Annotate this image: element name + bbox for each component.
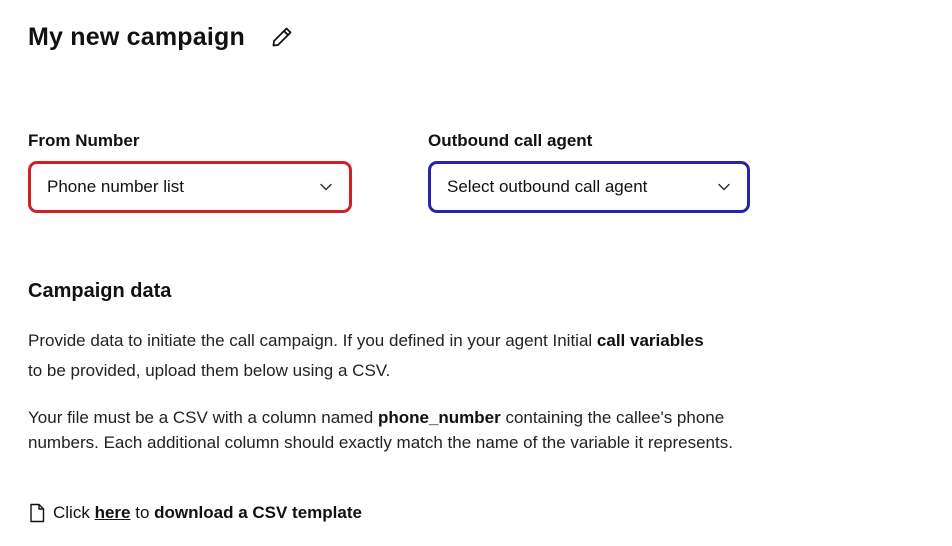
csv-format-description: Your file must be a CSV with a column na… — [28, 405, 758, 455]
chevron-down-icon — [319, 180, 333, 194]
download-template-link[interactable]: here — [95, 501, 131, 525]
download-middle-text: to — [135, 503, 150, 522]
pencil-icon — [272, 27, 292, 47]
outbound-agent-select[interactable]: Select outbound call agent — [428, 161, 750, 213]
phone-number-column-text: phone_number — [377, 408, 501, 427]
call-variables-text: call variables — [596, 331, 704, 350]
page-title: My new campaign — [28, 23, 245, 51]
outbound-agent-value: Select outbound call agent — [447, 177, 648, 196]
download-prefix-text: Click — [53, 503, 90, 522]
para2-text-before: Your file must be a CSV with a column na… — [28, 408, 378, 427]
outbound-agent-label: Outbound call agent — [428, 131, 593, 150]
file-icon — [28, 503, 48, 523]
campaign-page: My new campaign From Number Phone number… — [0, 0, 952, 546]
from-number-label: From Number — [28, 131, 140, 150]
from-number-select[interactable]: Phone number list — [28, 161, 352, 213]
download-template-text: download a CSV template — [154, 503, 362, 522]
edit-title-button[interactable] — [267, 22, 297, 52]
campaign-data-description: Provide data to initiate the call campai… — [28, 326, 718, 386]
para1-text-before: Provide data to initiate the call campai… — [28, 331, 597, 350]
download-template-row: Click here to download a CSV template — [28, 501, 362, 525]
para1-text-after: to be provided, upload them below using … — [28, 361, 391, 380]
from-number-value: Phone number list — [47, 177, 185, 196]
chevron-down-icon — [717, 180, 731, 194]
campaign-data-title: Campaign data — [28, 280, 172, 302]
title-row: My new campaign — [28, 20, 297, 54]
